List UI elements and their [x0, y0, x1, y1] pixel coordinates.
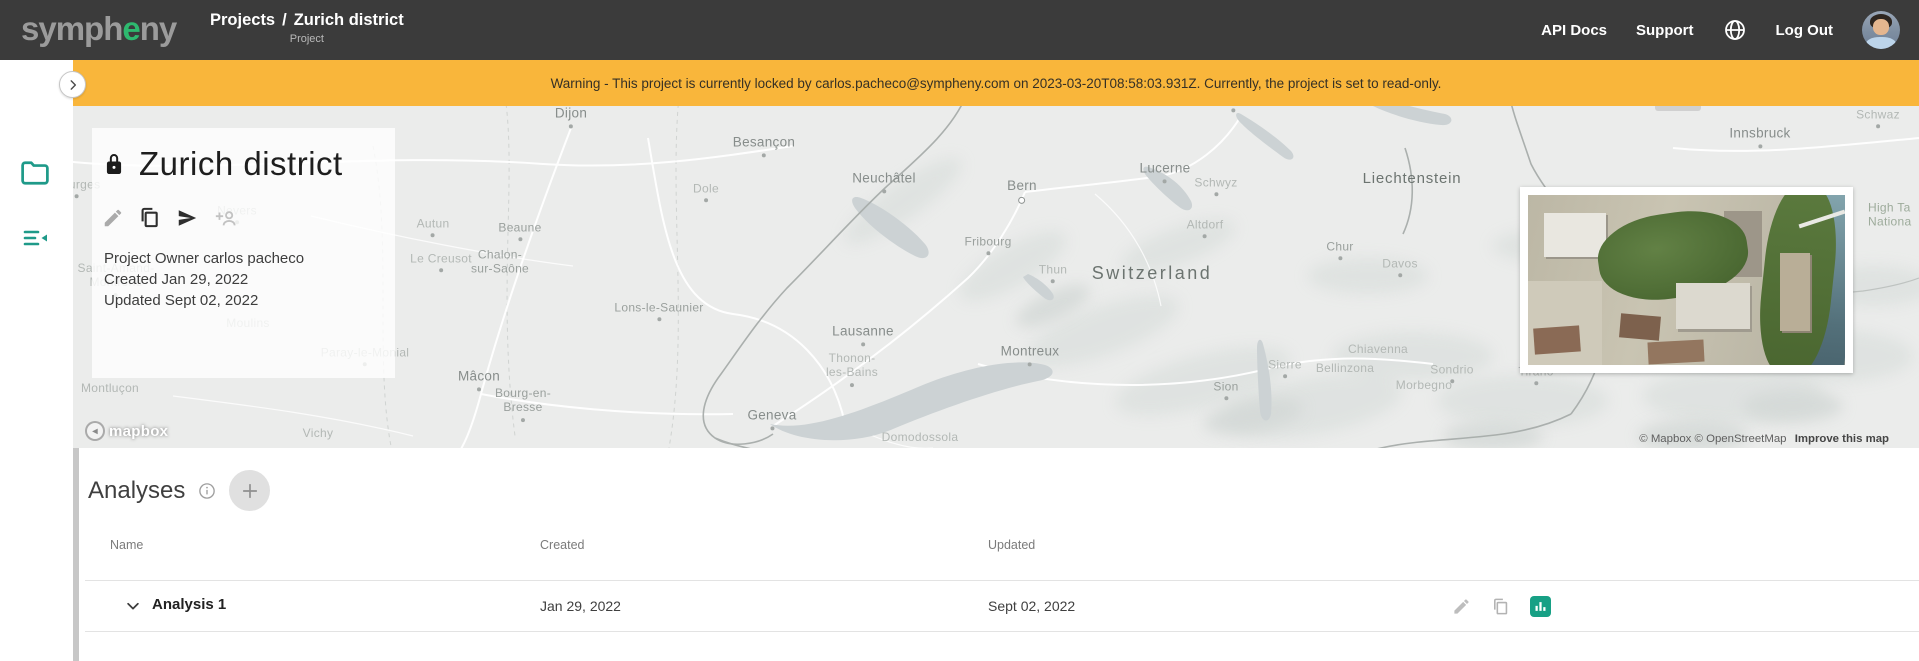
column-header-created: Created: [540, 538, 585, 552]
column-header-updated: Updated: [988, 538, 1036, 552]
project-photo: [1528, 195, 1845, 365]
map-attribution: © Mapbox © OpenStreetMap Improve this ma…: [1639, 433, 1889, 445]
analysis-updated: Sept 02, 2022: [988, 598, 1076, 614]
globe-icon: [1724, 20, 1745, 40]
sidebar-collapse-button[interactable]: [20, 226, 52, 250]
map-control-sliver: [1655, 106, 1701, 111]
api-docs-link[interactable]: API Docs: [1541, 22, 1607, 39]
photo-building: [1544, 213, 1606, 257]
duplicate-analysis-button[interactable]: [1491, 597, 1510, 616]
support-link[interactable]: Support: [1636, 22, 1694, 39]
send-icon: [178, 209, 197, 226]
photo-roof: [1533, 325, 1581, 355]
topbar: sympheny Projects / Zurich district Projec…: [0, 0, 1919, 60]
table-divider: [85, 631, 1919, 632]
breadcrumb: Projects / Zurich district Project: [210, 11, 404, 45]
mapbox-logo-text: mapbox: [109, 422, 169, 440]
avatar-face: [1873, 19, 1889, 35]
map-canvas[interactable]: SwitzerlandLiechtensteinZurichDijonBesan…: [73, 106, 1919, 448]
improve-map-link[interactable]: Improve this map: [1795, 433, 1889, 445]
logout-link[interactable]: Log Out: [1776, 22, 1833, 39]
topbar-links: API Docs Support Log Out: [1541, 0, 1900, 60]
analysis-name: Analysis 1: [152, 596, 227, 613]
duplicate-project-button[interactable]: [136, 204, 163, 231]
chevron-right-icon: [70, 79, 76, 90]
sidebar-expand-button[interactable]: [59, 71, 86, 98]
analyses-info-button[interactable]: [198, 482, 216, 500]
breadcrumb-separator: /: [282, 11, 287, 29]
app-window: sympheny Projects / Zurich district Projec…: [0, 0, 1919, 661]
photo-building: [1676, 283, 1750, 329]
warning-banner-text: Warning - This project is currently lock…: [550, 75, 1442, 91]
analyses-section: Analyses Name Created Updated Analysis 1…: [73, 448, 1919, 661]
edit-project-button[interactable]: [100, 205, 126, 231]
pencil-icon: [1454, 598, 1469, 614]
bar-chart-icon: [1535, 601, 1546, 611]
language-globe-icon[interactable]: [1723, 18, 1747, 42]
add-analysis-button[interactable]: [229, 470, 271, 511]
osm-attribution-link[interactable]: © OpenStreetMap: [1695, 433, 1787, 445]
project-photo-frame: [1520, 187, 1853, 373]
plus-icon: [243, 483, 257, 498]
lock-icon: [104, 153, 124, 175]
expand-row-button[interactable]: [124, 597, 142, 615]
project-created-line: Created Jan 29, 2022: [104, 271, 249, 288]
mapbox-logo-icon: ◂: [85, 421, 105, 441]
photo-roof: [1619, 313, 1661, 341]
pencil-icon: [104, 209, 122, 226]
sympheny-logo[interactable]: sympheny: [21, 10, 178, 48]
share-project-button[interactable]: [173, 205, 201, 231]
sidebar-projects-button[interactable]: [20, 160, 50, 186]
chevron-down-icon: [127, 602, 139, 610]
photo-roof: [1647, 339, 1705, 365]
analyses-heading: Analyses: [88, 476, 186, 504]
logo-accent: e: [122, 10, 140, 47]
project-owner-line: Project Owner carlos pacheco: [104, 250, 305, 267]
mapbox-logo[interactable]: ◂ mapbox: [85, 421, 168, 441]
analysis-created: Jan 29, 2022: [540, 598, 621, 614]
breadcrumb-projects-link[interactable]: Projects: [210, 11, 275, 29]
mapbox-attribution-link[interactable]: © Mapbox: [1639, 433, 1691, 445]
project-title: Zurich district: [139, 145, 343, 182]
menu-collapse-icon: [23, 230, 47, 246]
logo-text: symph: [21, 10, 123, 47]
folder-icon: [21, 161, 49, 185]
logo-text-end: ny: [139, 10, 178, 47]
breadcrumb-current: Zurich district: [293, 11, 404, 29]
add-collaborator-button[interactable]: [211, 205, 239, 231]
analysis-row[interactable]: Analysis 1 Jan 29, 2022 Sept 02, 2022: [79, 581, 1919, 631]
warning-banner: Warning - This project is currently lock…: [73, 60, 1919, 106]
copy-icon: [141, 207, 158, 228]
avatar-shirt: [1866, 37, 1896, 49]
info-icon: [199, 482, 216, 499]
column-header-name: Name: [110, 538, 144, 552]
project-updated-line: Updated Sept 02, 2022: [104, 292, 259, 309]
photo-building: [1780, 253, 1810, 331]
person-add-icon: [215, 210, 236, 225]
copy-icon: [1494, 598, 1508, 614]
sidebar: [0, 60, 73, 661]
analysis-results-button[interactable]: [1530, 595, 1551, 617]
user-avatar[interactable]: [1862, 11, 1900, 49]
breadcrumb-sublabel: Project: [289, 33, 324, 45]
project-info-panel: Zurich district Project Owner carlos pac…: [92, 128, 395, 378]
edit-analysis-button[interactable]: [1452, 597, 1471, 616]
